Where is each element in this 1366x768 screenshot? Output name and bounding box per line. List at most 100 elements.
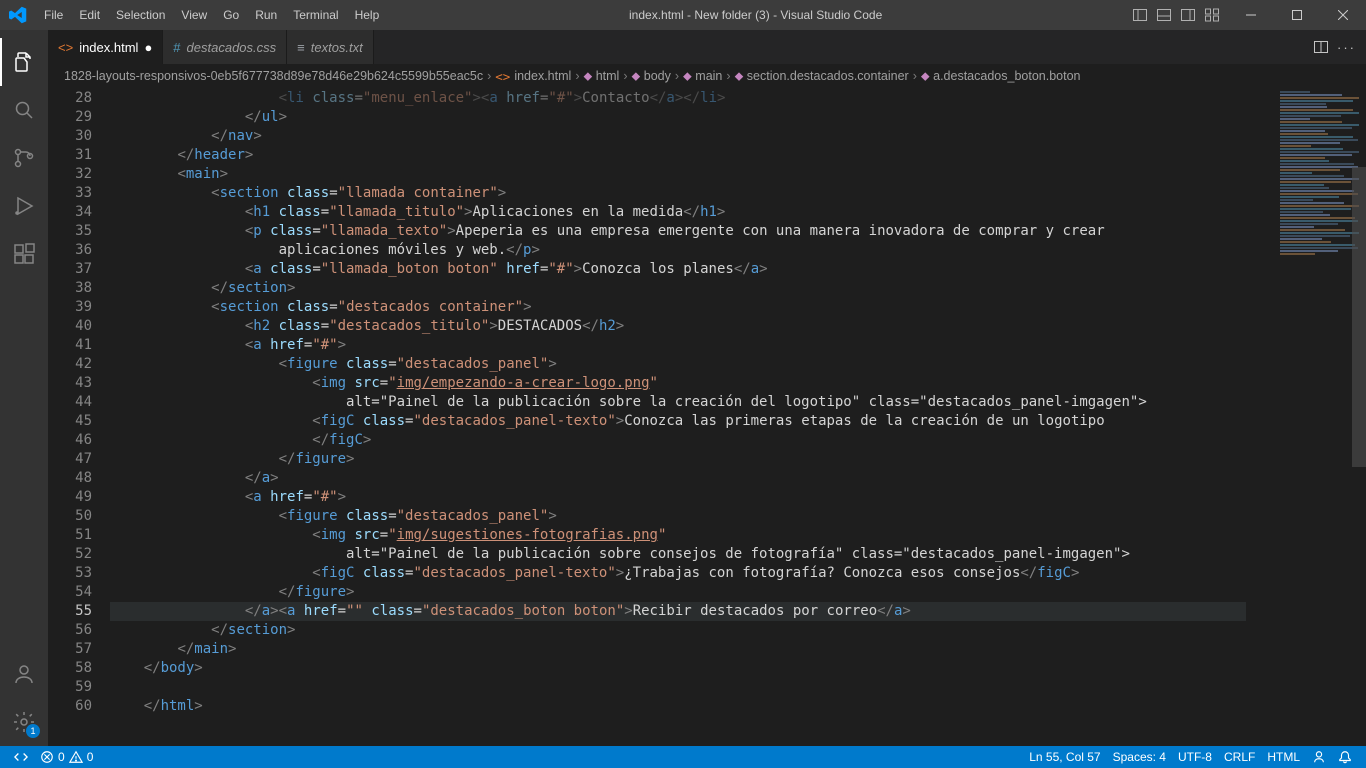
code-line[interactable]: aplicaciones móviles y web.</p> <box>110 241 1366 260</box>
layout-customize-icon[interactable] <box>1202 5 1222 25</box>
code-line[interactable]: <a href="#"> <box>110 488 1366 507</box>
minimap-line <box>1280 235 1350 237</box>
code-line[interactable]: </nav> <box>110 127 1366 146</box>
minimap-line <box>1280 190 1354 192</box>
layout-panel-left-icon[interactable] <box>1130 5 1150 25</box>
menu-view[interactable]: View <box>173 2 215 28</box>
layout-panel-bottom-icon[interactable] <box>1154 5 1174 25</box>
tab-destacados-css[interactable]: #destacados.css <box>163 30 287 64</box>
code-line[interactable]: <h2 class="destacados_titulo">DESTACADOS… <box>110 317 1366 336</box>
minimap[interactable] <box>1246 87 1366 746</box>
code-line[interactable]: <figC class="destacados_panel-texto">Con… <box>110 412 1366 431</box>
code-line[interactable]: </figC> <box>110 431 1366 450</box>
code-line[interactable]: <h1 class="llamada_titulo">Aplicaciones … <box>110 203 1366 222</box>
source-control-icon[interactable] <box>0 134 48 182</box>
tab-label: textos.txt <box>311 40 363 55</box>
run-debug-icon[interactable] <box>0 182 48 230</box>
layout-panel-right-icon[interactable] <box>1178 5 1198 25</box>
code-line[interactable]: </section> <box>110 279 1366 298</box>
status-cursor-position[interactable]: Ln 55, Col 57 <box>1023 750 1106 764</box>
close-button[interactable] <box>1320 0 1366 30</box>
minimap-line <box>1280 163 1354 165</box>
menu-help[interactable]: Help <box>347 2 388 28</box>
breadcrumb-file[interactable]: index.html <box>514 69 571 83</box>
search-icon[interactable] <box>0 86 48 134</box>
menu-go[interactable]: Go <box>215 2 247 28</box>
menu-edit[interactable]: Edit <box>71 2 108 28</box>
minimap-line <box>1280 103 1326 105</box>
code-content[interactable]: <li class="menu_enlace"><a href="#">Cont… <box>110 87 1366 746</box>
breadcrumb-symbol[interactable]: ⬥ section.destacados.container <box>735 68 909 84</box>
code-line[interactable]: </body> <box>110 659 1366 678</box>
code-line[interactable]: <p class="llamada_texto">Apeperia es una… <box>110 222 1366 241</box>
settings-gear-icon[interactable]: 1 <box>0 698 48 746</box>
breadcrumb-symbol[interactable]: ⬥ html <box>583 68 619 84</box>
maximize-button[interactable] <box>1274 0 1320 30</box>
split-editor-icon[interactable] <box>1313 39 1329 55</box>
editor[interactable]: 2829303132333435363738394041424344454647… <box>48 87 1366 746</box>
tab-index-html[interactable]: <>index.html● <box>48 30 163 64</box>
minimap-line <box>1280 157 1325 159</box>
code-line[interactable]: <main> <box>110 165 1366 184</box>
code-line[interactable]: alt="Painel de la publicación sobre cons… <box>110 545 1366 564</box>
code-line[interactable]: <img src="img/empezando-a-crear-logo.png… <box>110 374 1366 393</box>
minimap-line <box>1280 253 1315 255</box>
code-line[interactable]: </ul> <box>110 108 1366 127</box>
minimap-line <box>1280 148 1343 150</box>
code-line[interactable]: <figure class="destacados_panel"> <box>110 355 1366 374</box>
code-line[interactable]: </section> <box>110 621 1366 640</box>
code-line[interactable]: </a><a href="" class="destacados_boton b… <box>110 602 1366 621</box>
tab-textos-txt[interactable]: ≡textos.txt <box>287 30 374 64</box>
menu-run[interactable]: Run <box>247 2 285 28</box>
status-eol[interactable]: CRLF <box>1218 750 1261 764</box>
remote-indicator[interactable] <box>8 750 34 764</box>
code-line[interactable]: <figC class="destacados_panel-texto">¿Tr… <box>110 564 1366 583</box>
minimap-line <box>1280 178 1359 180</box>
menu-terminal[interactable]: Terminal <box>285 2 346 28</box>
code-line[interactable]: alt="Painel de la publicación sobre la c… <box>110 393 1366 412</box>
scrollbar-thumb[interactable] <box>1352 167 1366 467</box>
code-line[interactable]: </html> <box>110 697 1366 716</box>
breadcrumb-symbol[interactable]: ⬥ body <box>632 68 671 84</box>
breadcrumb-symbol[interactable]: ⬥ a.destacados_boton.boton <box>921 68 1081 84</box>
menu-file[interactable]: File <box>36 2 71 28</box>
more-actions-icon[interactable]: ··· <box>1337 40 1356 55</box>
status-feedback-icon[interactable] <box>1306 750 1332 764</box>
breadcrumb-symbol[interactable]: ⬥ main <box>683 68 722 84</box>
code-line[interactable]: <a class="llamada_boton boton" href="#">… <box>110 260 1366 279</box>
css-file-icon: # <box>173 40 180 55</box>
line-number: 49 <box>48 488 92 507</box>
code-line[interactable]: </header> <box>110 146 1366 165</box>
code-line[interactable]: </figure> <box>110 450 1366 469</box>
line-number: 55 <box>48 602 92 621</box>
breadcrumb[interactable]: 1828-layouts-responsivos-0eb5f677738d89e… <box>48 65 1366 87</box>
code-line[interactable]: <section class="destacados container"> <box>110 298 1366 317</box>
status-encoding[interactable]: UTF-8 <box>1172 750 1218 764</box>
code-line[interactable]: </a> <box>110 469 1366 488</box>
menu-selection[interactable]: Selection <box>108 2 173 28</box>
explorer-icon[interactable] <box>0 38 48 86</box>
status-language[interactable]: HTML <box>1261 750 1306 764</box>
status-problems[interactable]: 0 0 <box>34 750 99 764</box>
code-line[interactable]: </figure> <box>110 583 1366 602</box>
code-line[interactable]: <img src="img/sugestiones-fotografias.pn… <box>110 526 1366 545</box>
status-indentation[interactable]: Spaces: 4 <box>1107 750 1172 764</box>
minimap-line <box>1280 223 1338 225</box>
minimap-line <box>1280 250 1338 252</box>
status-notifications-icon[interactable] <box>1332 750 1358 764</box>
code-line[interactable]: <figure class="destacados_panel"> <box>110 507 1366 526</box>
accounts-icon[interactable] <box>0 650 48 698</box>
minimap-line <box>1280 226 1314 228</box>
line-number: 48 <box>48 469 92 488</box>
code-line[interactable]: </main> <box>110 640 1366 659</box>
code-line[interactable]: <section class="llamada container"> <box>110 184 1366 203</box>
line-number: 37 <box>48 260 92 279</box>
code-line[interactable]: <a href="#"> <box>110 336 1366 355</box>
vertical-scrollbar[interactable] <box>1352 87 1366 746</box>
code-line[interactable] <box>110 678 1366 697</box>
line-number: 35 <box>48 222 92 241</box>
breadcrumb-folder[interactable]: 1828-layouts-responsivos-0eb5f677738d89e… <box>64 69 483 83</box>
code-line[interactable]: <li class="menu_enlace"><a href="#">Cont… <box>110 89 1366 108</box>
extensions-icon[interactable] <box>0 230 48 278</box>
minimize-button[interactable] <box>1228 0 1274 30</box>
